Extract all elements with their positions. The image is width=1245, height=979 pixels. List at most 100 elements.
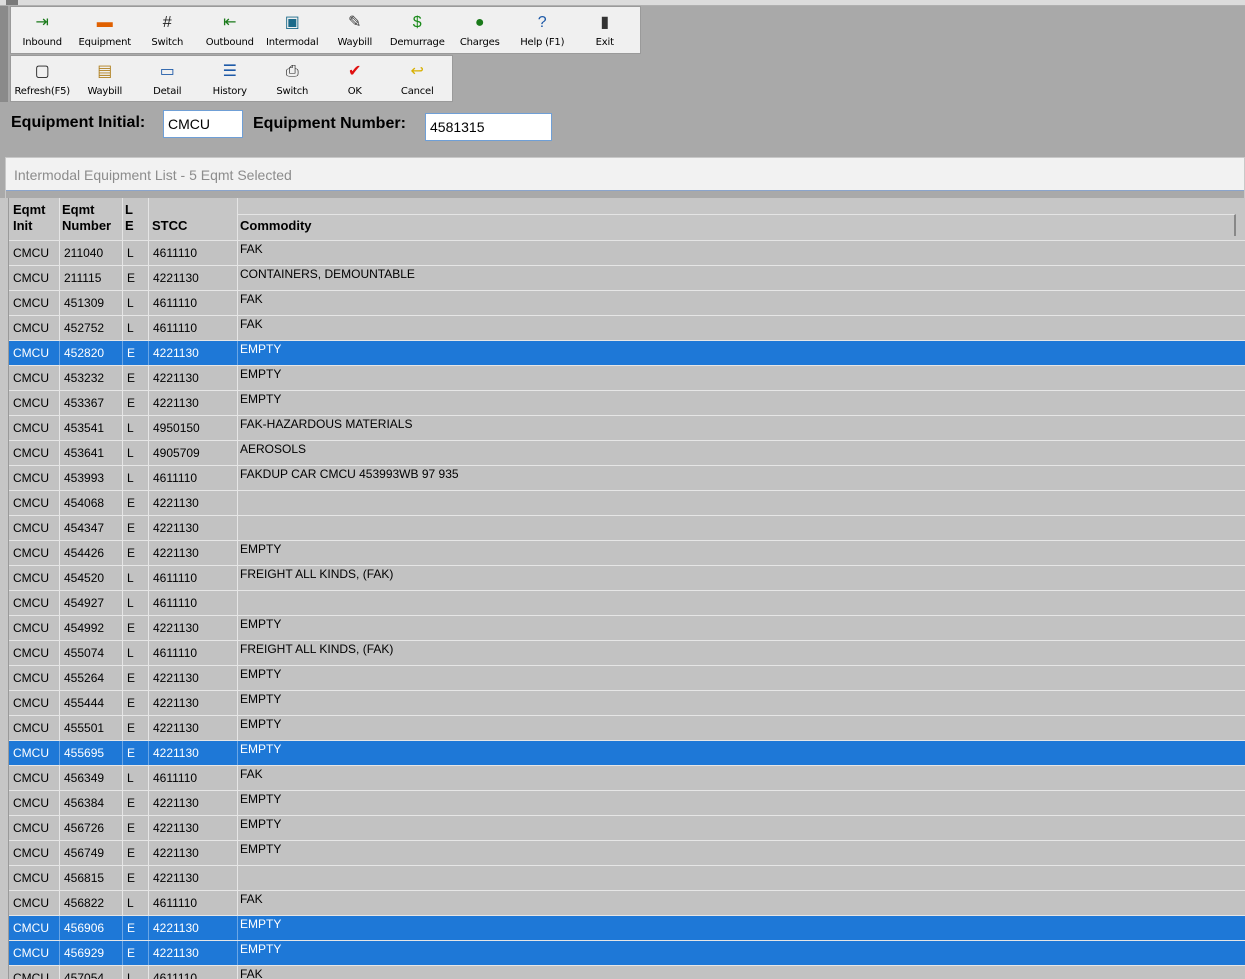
- table-row[interactable]: CMCU 455501 E 4221130 EMPTY: [9, 716, 1245, 741]
- action-toolbar: ▢ Refresh(F5) ▤ Waybill ▭ Detail ☰ History ⎙ Swit…: [10, 55, 453, 102]
- cell-eqmt-init: CMCU: [9, 591, 60, 615]
- row-edge: [1236, 516, 1245, 540]
- toolbar-left-gutter: [0, 6, 8, 102]
- header-le[interactable]: LE: [125, 202, 134, 234]
- toolbar-button-label: Detail: [153, 86, 182, 97]
- cell-le: E: [123, 541, 149, 565]
- row-edge: [1236, 941, 1245, 965]
- table-row[interactable]: CMCU 456384 E 4221130 EMPTY: [9, 791, 1245, 816]
- cell-le: E: [123, 366, 149, 390]
- table-row[interactable]: CMCU 211115 E 4221130 CONTAINERS, DEMOUNTABL…: [9, 266, 1245, 291]
- cell-stcc: 4221130: [149, 666, 238, 690]
- toolbar-button-label: Cancel: [400, 86, 434, 97]
- cell-stcc: 4221130: [149, 716, 238, 740]
- table-row[interactable]: CMCU 456906 E 4221130 EMPTY: [9, 916, 1245, 941]
- cell-stcc: 4221130: [149, 691, 238, 715]
- cell-stcc: 4221130: [149, 391, 238, 415]
- cell-eqmt-init: CMCU: [9, 416, 60, 440]
- row-edge: [1236, 491, 1245, 515]
- charges-button[interactable]: ● Charges: [449, 7, 512, 53]
- cell-eqmt-number: 456349: [60, 766, 123, 790]
- demurrage-button[interactable]: $ Demurrage: [386, 7, 449, 53]
- table-row[interactable]: CMCU 454347 E 4221130: [9, 516, 1245, 541]
- cell-eqmt-init: CMCU: [9, 291, 60, 315]
- header-stcc[interactable]: STCC: [152, 218, 187, 234]
- table-row[interactable]: CMCU 211040 L 4611110 FAK: [9, 241, 1245, 266]
- grid-body: CMCU 211040 L 4611110 FAK CMCU 211115 E 4221130 C…: [9, 241, 1245, 979]
- waybill-button[interactable]: ✎ Waybill: [324, 7, 387, 53]
- equipment-initial-input[interactable]: [163, 110, 243, 138]
- waybill-button[interactable]: ▤ Waybill: [74, 56, 137, 101]
- equipment-button[interactable]: ▬ Equipment: [74, 7, 137, 53]
- table-row[interactable]: CMCU 456749 E 4221130 EMPTY: [9, 841, 1245, 866]
- cell-le: E: [123, 391, 149, 415]
- equipment-number-input[interactable]: [425, 113, 552, 141]
- commodity-header-cell: [238, 214, 1236, 236]
- cell-eqmt-init: CMCU: [9, 541, 60, 565]
- table-row[interactable]: CMCU 455695 E 4221130 EMPTY: [9, 741, 1245, 766]
- cancel-button[interactable]: ↩ Cancel: [386, 56, 449, 101]
- table-row[interactable]: CMCU 455264 E 4221130 EMPTY: [9, 666, 1245, 691]
- table-row[interactable]: CMCU 456726 E 4221130 EMPTY: [9, 816, 1245, 841]
- cell-eqmt-init: CMCU: [9, 891, 60, 915]
- cell-stcc: 4611110: [149, 891, 238, 915]
- detail-button[interactable]: ▭ Detail: [136, 56, 199, 101]
- cell-commodity: EMPTY: [240, 667, 282, 681]
- equipment-number-label: Equipment Number:: [253, 115, 406, 132]
- money-bag-icon: ●: [474, 14, 485, 31]
- table-row[interactable]: CMCU 455444 E 4221130 EMPTY: [9, 691, 1245, 716]
- cell-eqmt-init: CMCU: [9, 841, 60, 865]
- history-button[interactable]: ☰ History: [199, 56, 262, 101]
- table-row[interactable]: CMCU 454927 L 4611110: [9, 591, 1245, 616]
- table-row[interactable]: CMCU 454426 E 4221130 EMPTY: [9, 541, 1245, 566]
- table-row[interactable]: CMCU 453232 E 4221130 EMPTY: [9, 366, 1245, 391]
- intermodal-button[interactable]: ▣ Intermodal: [261, 7, 324, 53]
- cell-stcc: 4611110: [149, 241, 238, 265]
- outbound-icon: ⇤: [223, 14, 237, 31]
- table-row[interactable]: CMCU 456929 E 4221130 EMPTY: [9, 941, 1245, 966]
- toolbar-button-label: Waybill: [87, 86, 123, 97]
- table-row[interactable]: CMCU 454068 E 4221130: [9, 491, 1245, 516]
- cell-eqmt-init: CMCU: [9, 241, 60, 265]
- cell-stcc: 4611110: [149, 316, 238, 340]
- table-row[interactable]: CMCU 455074 L 4611110 FREIGHT ALL KINDS, (FA…: [9, 641, 1245, 666]
- help-f1-button[interactable]: ? Help (F1): [511, 7, 574, 53]
- table-row[interactable]: CMCU 453641 L 4905709 AEROSOLS: [9, 441, 1245, 466]
- cell-eqmt-init: CMCU: [9, 966, 60, 979]
- table-row[interactable]: CMCU 452820 E 4221130 EMPTY: [9, 341, 1245, 366]
- header-eqmt-number[interactable]: Eqmt Number: [62, 202, 111, 234]
- outbound-button[interactable]: ⇤ Outbound: [199, 7, 262, 53]
- table-row[interactable]: CMCU 457054 L 4611110 FAK: [9, 966, 1245, 979]
- header-eqmt-init[interactable]: Eqmt Init: [13, 202, 46, 234]
- refresh-f5-button[interactable]: ▢ Refresh(F5): [11, 56, 74, 101]
- cell-stcc: 4611110: [149, 766, 238, 790]
- table-row[interactable]: CMCU 456349 L 4611110 FAK: [9, 766, 1245, 791]
- dollar-icon: $: [412, 14, 422, 31]
- exit-button[interactable]: ▮ Exit: [574, 7, 637, 53]
- table-row[interactable]: CMCU 456822 L 4611110 FAK: [9, 891, 1245, 916]
- cell-commodity: [238, 866, 1236, 890]
- table-row[interactable]: CMCU 454992 E 4221130 EMPTY: [9, 616, 1245, 641]
- table-row[interactable]: CMCU 453993 L 4611110 FAKDUP CAR CMCU 453993…: [9, 466, 1245, 491]
- switch-button[interactable]: ⎙ Switch: [261, 56, 324, 101]
- cell-stcc: 4950150: [149, 416, 238, 440]
- table-row[interactable]: CMCU 453367 E 4221130 EMPTY: [9, 391, 1245, 416]
- cell-commodity: EMPTY: [240, 542, 282, 556]
- cell-le: E: [123, 716, 149, 740]
- inbound-button[interactable]: ⇥ Inbound: [11, 7, 74, 53]
- table-row[interactable]: CMCU 451309 L 4611110 FAK: [9, 291, 1245, 316]
- ok-button[interactable]: ✔ OK: [324, 56, 387, 101]
- table-row[interactable]: CMCU 456815 E 4221130: [9, 866, 1245, 891]
- table-row[interactable]: CMCU 454520 L 4611110 FREIGHT ALL KINDS, (FA…: [9, 566, 1245, 591]
- printer-icon: ⎙: [285, 63, 299, 80]
- header-commodity[interactable]: Commodity: [240, 218, 312, 234]
- cell-stcc: 4221130: [149, 541, 238, 565]
- table-row[interactable]: CMCU 453541 L 4950150 FAK-HAZARDOUS MATERIAL…: [9, 416, 1245, 441]
- table-row[interactable]: CMCU 452752 L 4611110 FAK: [9, 316, 1245, 341]
- cell-le: E: [123, 516, 149, 540]
- switch-button[interactable]: # Switch: [136, 7, 199, 53]
- cell-le: L: [123, 891, 149, 915]
- cell-eqmt-init: CMCU: [9, 441, 60, 465]
- row-edge: [1236, 416, 1245, 440]
- header-divider: [148, 198, 149, 240]
